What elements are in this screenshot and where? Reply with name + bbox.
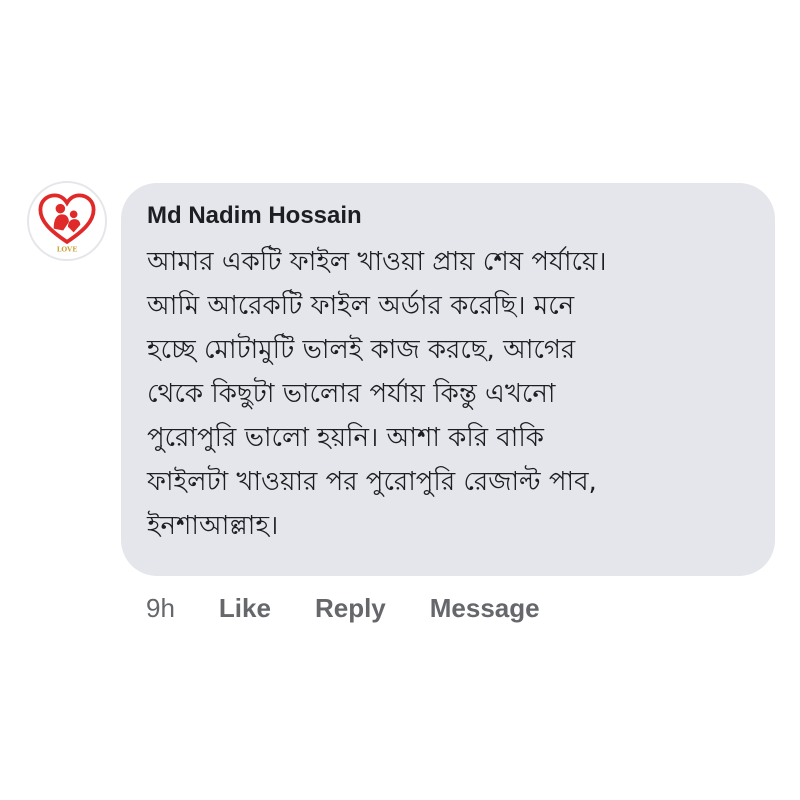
comment-line: থেকে কিছুটা ভালোর পর্যায় কিন্তু এখনো — [147, 379, 556, 409]
comment-line: ফাইলটা খাওয়ার পর পুরোপুরি রেজাল্ট পাব, — [147, 467, 597, 497]
reply-button[interactable]: Reply — [315, 593, 386, 624]
comment-line: আমি আরেকটি ফাইল অর্ডার করেছি। মনে — [147, 291, 575, 321]
comment-line: পুরোপুরি ভালো হয়নি। আশা করি বাকি — [147, 423, 544, 453]
comment-timestamp[interactable]: 9h — [146, 593, 175, 624]
like-button[interactable]: Like — [219, 593, 271, 624]
comment-line: ইনশাআল্লাহ। — [147, 511, 279, 541]
comment-text: আমার একটি ফাইল খাওয়া প্রায় শেষ পর্যায়… — [147, 240, 749, 548]
logo-text: LOVE — [57, 245, 78, 253]
comment-author[interactable]: Md Nadim Hossain — [147, 201, 749, 231]
message-button[interactable]: Message — [430, 593, 540, 624]
comment-actions: 9h Like Reply Message — [146, 590, 540, 626]
comment-bubble: Md Nadim Hossain আমার একটি ফাইল খাওয়া প… — [121, 183, 775, 576]
comment-line: হচ্ছে মোটামুটি ভালই কাজ করছে, আগের — [147, 335, 576, 365]
heart-family-logo-icon: LOVE — [38, 193, 96, 253]
avatar[interactable]: LOVE — [27, 181, 107, 261]
comment-line: আমার একটি ফাইল খাওয়া প্রায় শেষ পর্যায়… — [147, 247, 607, 277]
